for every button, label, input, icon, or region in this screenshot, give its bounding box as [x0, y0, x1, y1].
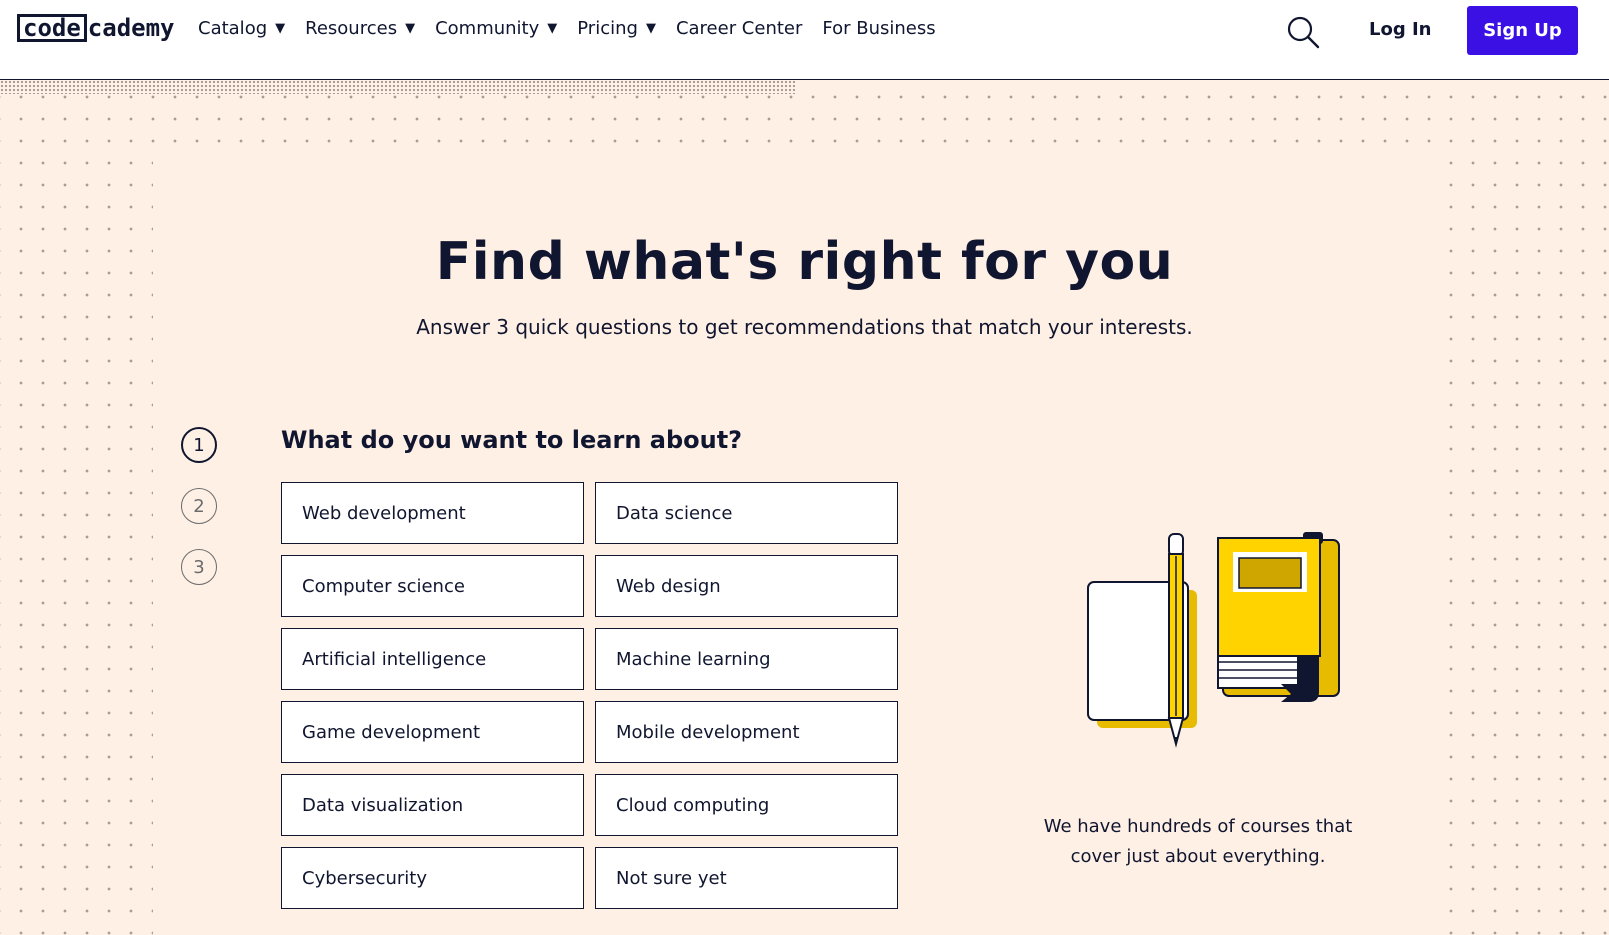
step-indicator-3: 3 [181, 549, 217, 585]
nav-resources[interactable]: Resources ▼ [305, 18, 415, 39]
logo-code-box: code [17, 14, 87, 42]
main-nav: Catalog ▼ Resources ▼ Community ▼ Pricin… [198, 18, 956, 39]
option-data-visualization[interactable]: Data visualization [281, 774, 584, 836]
search-icon[interactable] [1286, 15, 1320, 49]
option-mobile-development[interactable]: Mobile development [595, 701, 898, 763]
signup-button[interactable]: Sign Up [1467, 6, 1578, 55]
option-not-sure-yet[interactable]: Not sure yet [595, 847, 898, 909]
codecademy-logo[interactable]: code cademy [17, 11, 175, 45]
option-cybersecurity[interactable]: Cybersecurity [281, 847, 584, 909]
nav-community-label: Community [435, 18, 540, 39]
login-link[interactable]: Log In [1369, 19, 1432, 40]
nav-career-center-label: Career Center [675, 18, 803, 39]
option-game-development[interactable]: Game development [281, 701, 584, 763]
option-data-science[interactable]: Data science [595, 482, 898, 544]
logo-cademy-text: cademy [87, 14, 175, 42]
nav-pricing-label: Pricing [577, 18, 638, 39]
option-web-development[interactable]: Web development [281, 482, 584, 544]
nav-resources-label: Resources [305, 18, 398, 39]
option-web-design[interactable]: Web design [595, 555, 898, 617]
question-heading: What do you want to learn about? [281, 426, 743, 454]
nav-community[interactable]: Community ▼ [435, 18, 557, 39]
nav-for-business[interactable]: For Business [822, 18, 935, 39]
nav-career-center[interactable]: Career Center [676, 18, 802, 39]
step-indicator-1: 1 [181, 427, 217, 463]
nav-pricing[interactable]: Pricing ▼ [577, 18, 656, 39]
options-grid: Web development Data science Computer sc… [281, 482, 898, 909]
chevron-down-icon: ▼ [275, 21, 286, 36]
top-navbar: code cademy Catalog ▼ Resources ▼ Commun… [0, 0, 1609, 80]
page-subtitle: Answer 3 quick questions to get recommen… [416, 315, 1193, 339]
chevron-down-icon: ▼ [547, 21, 558, 36]
option-cloud-computing[interactable]: Cloud computing [595, 774, 898, 836]
chevron-down-icon: ▼ [405, 21, 416, 36]
notebook-pencil-book-illustration [1087, 532, 1340, 748]
option-computer-science[interactable]: Computer science [281, 555, 584, 617]
option-artificial-intelligence[interactable]: Artificial intelligence [281, 628, 584, 690]
dotted-band [0, 80, 796, 94]
option-machine-learning[interactable]: Machine learning [595, 628, 898, 690]
step-indicator-2: 2 [181, 488, 217, 524]
page-title: Find what's right for you [435, 232, 1174, 292]
illustration-caption: We have hundreds of courses that cover j… [1043, 816, 1353, 867]
nav-catalog[interactable]: Catalog ▼ [198, 18, 285, 39]
chevron-down-icon: ▼ [645, 21, 656, 36]
nav-catalog-label: Catalog [198, 18, 268, 39]
nav-for-business-label: For Business [822, 18, 936, 39]
